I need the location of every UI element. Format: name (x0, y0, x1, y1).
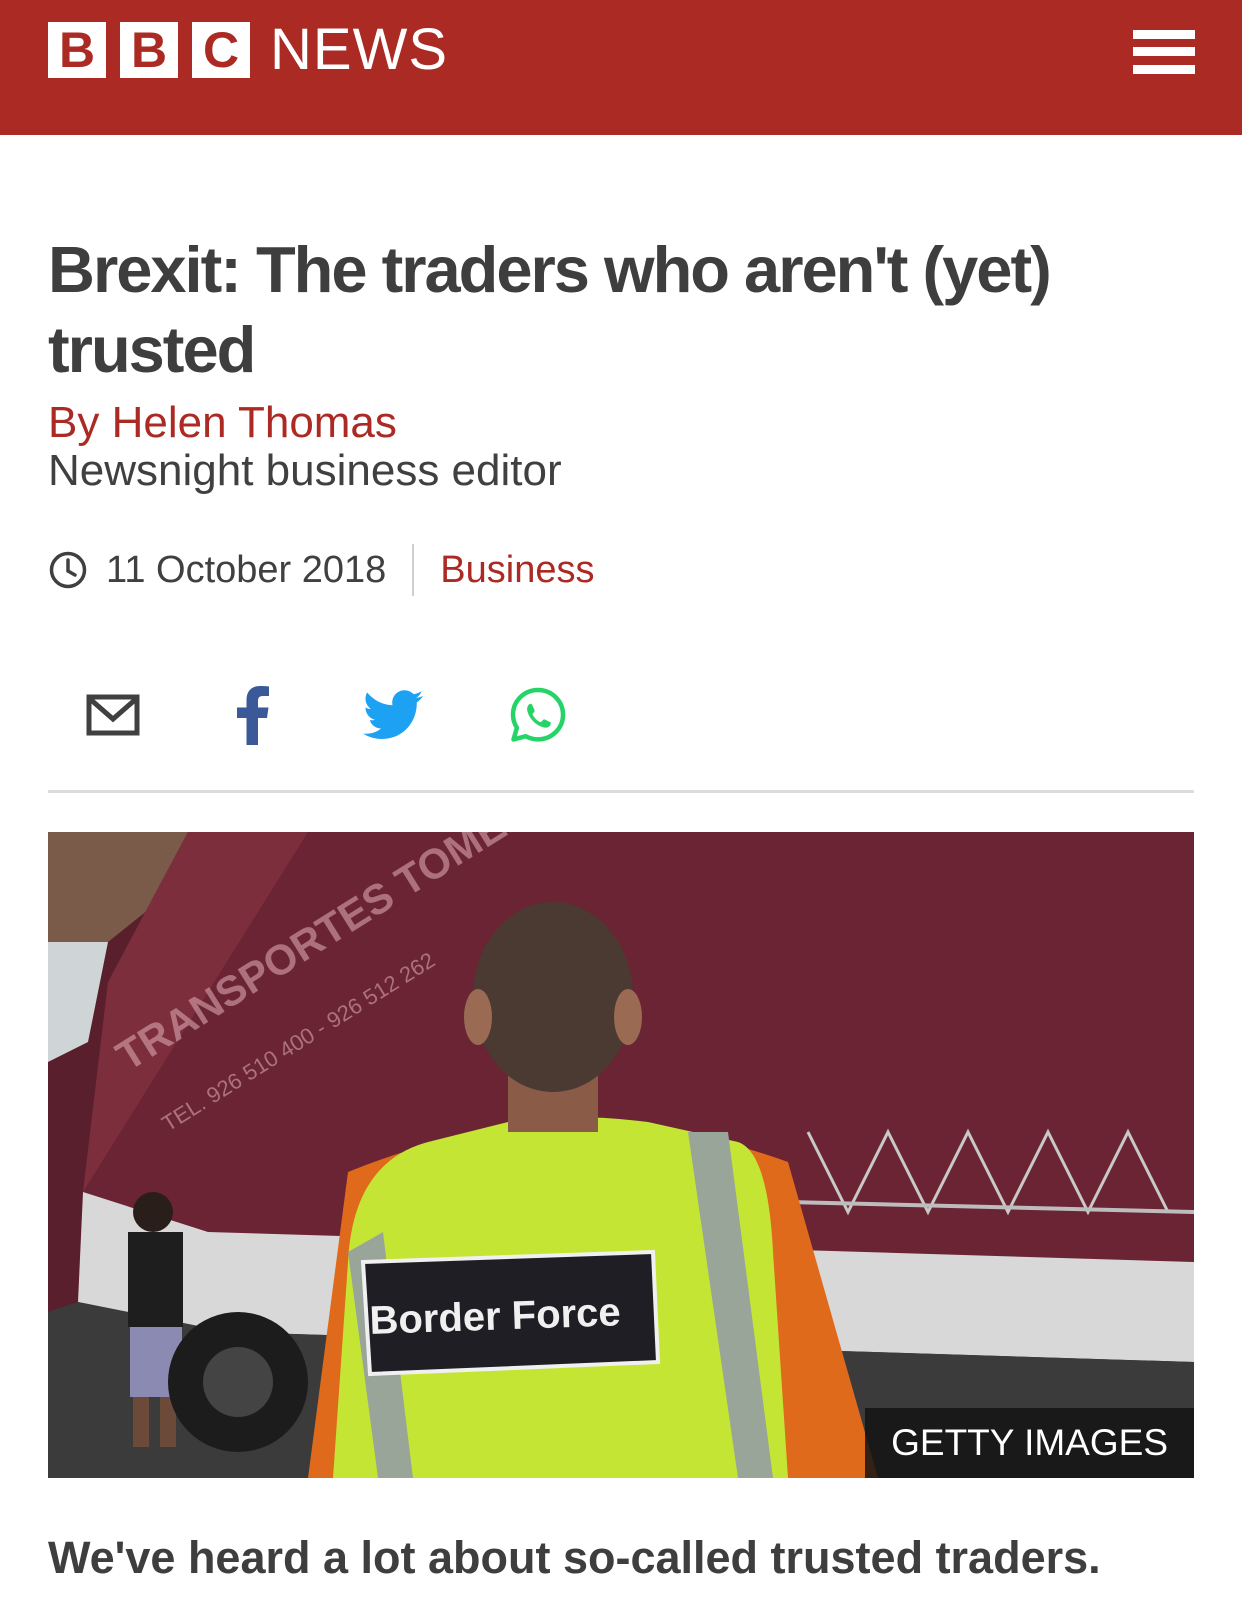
logo-letter-c: C (192, 22, 250, 78)
publish-date: 11 October 2018 (106, 548, 387, 591)
meta-divider (412, 544, 415, 596)
author-role: Newsnight business editor (48, 446, 562, 495)
vest-patch-text: Border Force (369, 1290, 622, 1343)
logo-news-word: NEWS (270, 17, 448, 82)
article-intro: We've heard a lot about so-called truste… (48, 1532, 1101, 1583)
author-byline[interactable]: By Helen Thomas (48, 397, 397, 449)
hero-image: TRANSPORTES TOMELLOSO TEL. 926 510 400 -… (48, 832, 1194, 1478)
logo-letter-b1: B (48, 22, 106, 78)
bbc-news-logo[interactable]: B B C NEWS (48, 17, 448, 82)
share-tools (48, 680, 1194, 793)
border-force-photo: TRANSPORTES TOMELLOSO TEL. 926 510 400 -… (48, 832, 1194, 1478)
logo-letter-b2: B (120, 22, 178, 78)
site-header: B B C NEWS (0, 0, 1242, 135)
hamburger-menu-icon[interactable] (1133, 30, 1195, 74)
twitter-icon[interactable] (358, 680, 428, 750)
image-credit: GETTY IMAGES (865, 1408, 1194, 1478)
email-icon[interactable] (78, 680, 148, 750)
facebook-icon[interactable] (218, 680, 288, 750)
section-link-business[interactable]: Business (440, 549, 594, 592)
article-meta: 11 October 2018 Business (48, 544, 594, 596)
article-headline: Brexit: The traders who aren't (yet) tru… (48, 233, 1052, 386)
whatsapp-icon[interactable] (503, 680, 573, 750)
clock-icon (49, 551, 87, 589)
